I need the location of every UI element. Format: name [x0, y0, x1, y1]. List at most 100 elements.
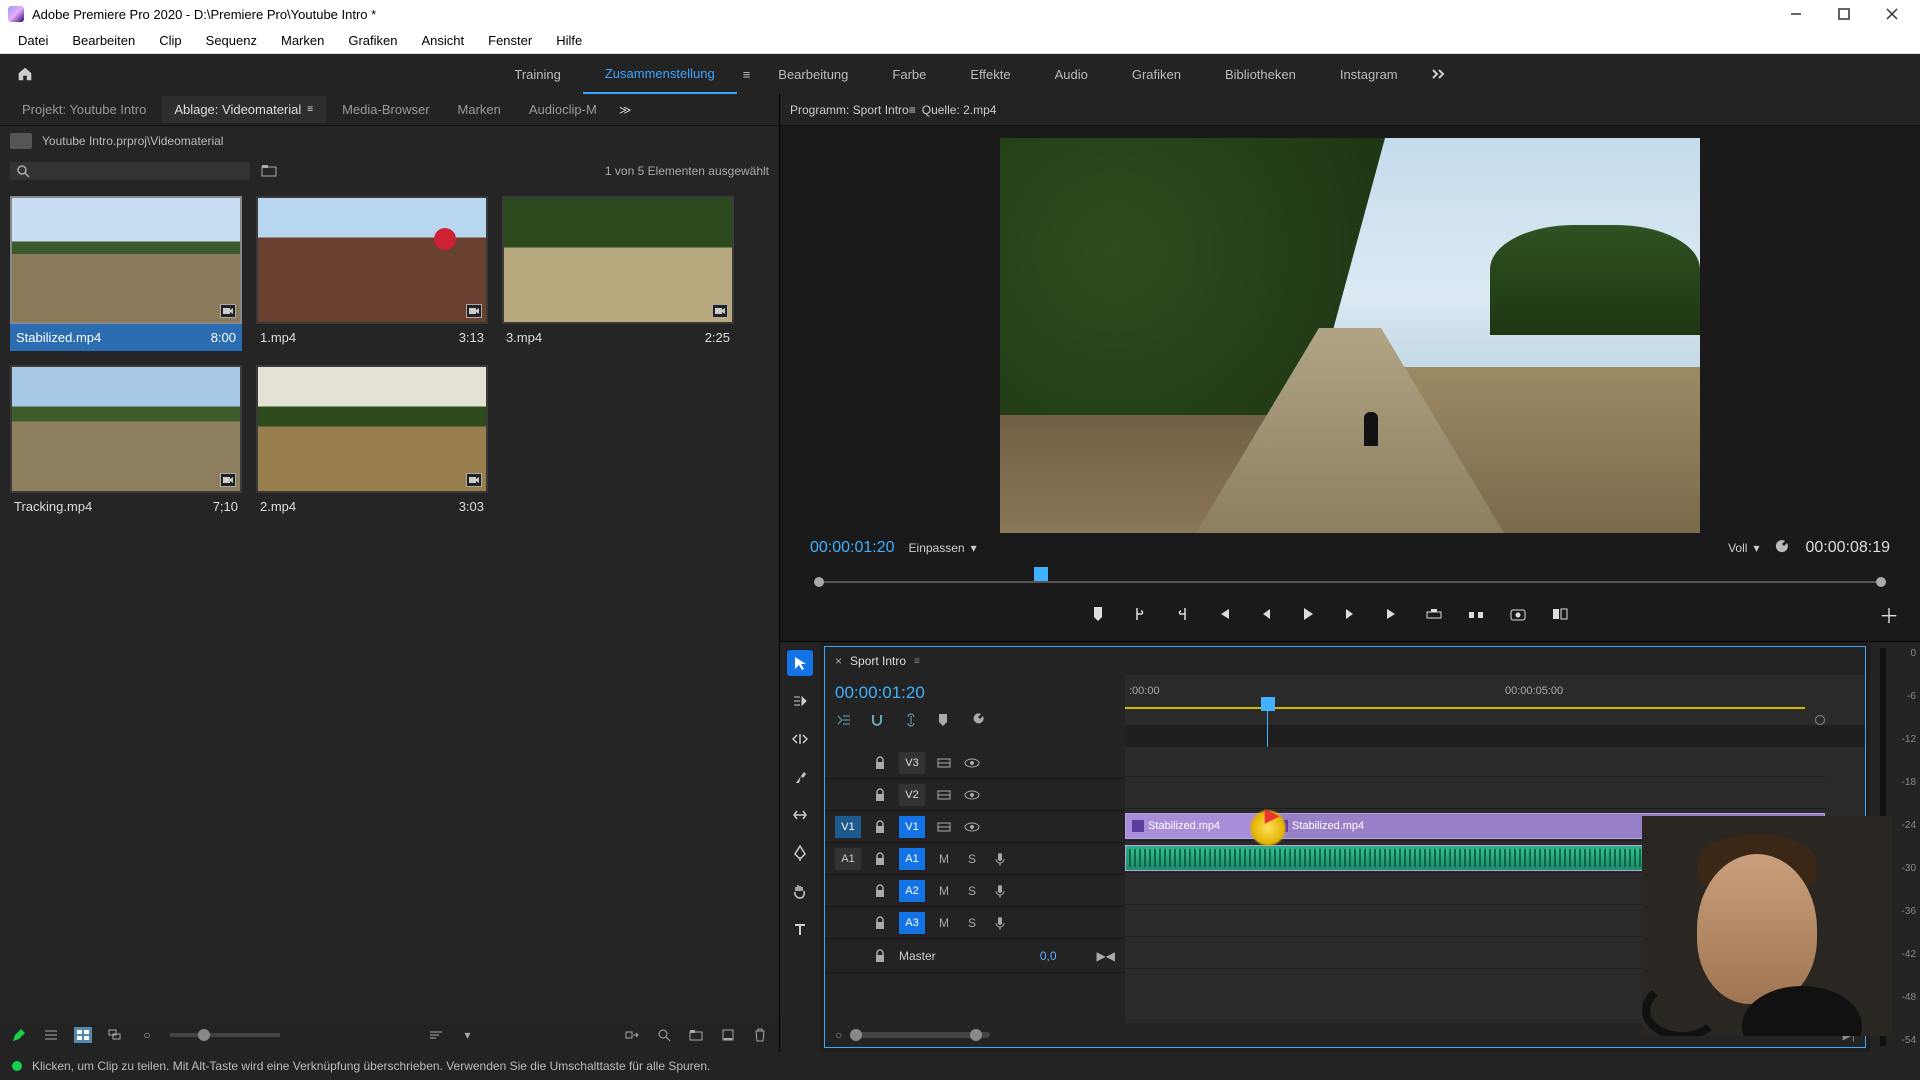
timeline-ruler[interactable]: :00:00 00:00:05:00 [1125, 675, 1865, 725]
automate-button[interactable] [623, 1027, 641, 1043]
workspace-tab-farbe[interactable]: Farbe [870, 54, 948, 94]
panel-tab[interactable]: Audioclip-M [517, 96, 609, 123]
thumbnail-zoom-slider[interactable] [170, 1033, 280, 1037]
button-editor-button[interactable]: ＋ [1878, 603, 1900, 625]
project-search-input[interactable] [30, 164, 244, 178]
solo-button[interactable]: S [963, 914, 981, 932]
extract-button[interactable] [1465, 603, 1487, 625]
solo-button[interactable]: S [963, 850, 981, 868]
menu-bearbeiten[interactable]: Bearbeiten [62, 30, 145, 51]
lock-icon[interactable] [871, 882, 889, 900]
linked-selection-toggle[interactable] [903, 713, 923, 731]
video-track-header[interactable]: V2 [825, 779, 1125, 811]
clip-item[interactable]: 2.mp43:03 [256, 365, 488, 520]
master-value[interactable]: 0,0 [1040, 949, 1057, 963]
program-timecode-left[interactable]: 00:00:01:20 [810, 539, 895, 557]
workspace-tab-menu-icon[interactable]: ≡ [737, 54, 757, 94]
icon-view-button[interactable] [74, 1027, 92, 1043]
clip-item[interactable]: Stabilized.mp48:00 [10, 196, 242, 351]
panel-overflow-button[interactable]: ≫ [613, 103, 638, 117]
menu-sequenz[interactable]: Sequenz [196, 30, 267, 51]
record-icon[interactable] [991, 850, 1009, 868]
mute-button[interactable]: M [935, 850, 953, 868]
go-to-in-button[interactable] [1213, 603, 1235, 625]
step-forward-button[interactable] [1339, 603, 1361, 625]
program-quality-select[interactable]: Voll▾ [1728, 541, 1759, 555]
pen-icon[interactable] [10, 1027, 28, 1043]
track-target[interactable]: V2 [899, 784, 925, 806]
lock-icon[interactable] [871, 850, 889, 868]
program-scrub[interactable] [806, 567, 1894, 589]
step-back-button[interactable] [1255, 603, 1277, 625]
source-patch[interactable]: V1 [835, 816, 861, 838]
selection-tool[interactable] [787, 650, 813, 676]
track-target[interactable]: A2 [899, 880, 925, 902]
sort-button[interactable] [427, 1027, 445, 1043]
play-button[interactable] [1297, 603, 1319, 625]
track-select-tool[interactable] [787, 688, 813, 714]
mute-button[interactable]: M [935, 882, 953, 900]
panel-tab[interactable]: Media-Browser [330, 96, 441, 123]
mark-out-button[interactable] [1171, 603, 1193, 625]
zoom-min-icon[interactable]: ○ [138, 1027, 156, 1043]
timeline-menu-icon[interactable]: ≡ [914, 656, 920, 667]
program-tab[interactable]: Programm: Sport Intro≡ [790, 103, 916, 117]
zoom-out-handle[interactable]: ○ [835, 1028, 842, 1042]
menu-hilfe[interactable]: Hilfe [546, 30, 592, 51]
workspace-tab-training[interactable]: Training [492, 54, 582, 94]
menu-grafiken[interactable]: Grafiken [338, 30, 407, 51]
export-frame-button[interactable] [1507, 603, 1529, 625]
list-view-button[interactable] [42, 1027, 60, 1043]
scrub-out-handle[interactable] [1876, 577, 1886, 587]
workspace-tab-bibliotheken[interactable]: Bibliotheken [1203, 54, 1318, 94]
program-tab[interactable]: Quelle: 2.mp4 [922, 103, 997, 117]
clip-item[interactable]: Tracking.mp47;10 [10, 365, 242, 520]
marker-toggle[interactable] [937, 713, 957, 731]
lock-icon[interactable] [871, 914, 889, 932]
workspace-tab-grafiken[interactable]: Grafiken [1110, 54, 1203, 94]
menu-datei[interactable]: Datei [8, 30, 58, 51]
minimize-button[interactable] [1776, 0, 1816, 28]
go-to-end-icon[interactable]: ▶◀ [1097, 949, 1115, 963]
timeline-name[interactable]: Sport Intro [850, 654, 906, 668]
nest-toggle[interactable] [835, 713, 855, 731]
eye-icon[interactable] [963, 786, 981, 804]
record-icon[interactable] [991, 882, 1009, 900]
lock-icon[interactable] [871, 818, 889, 836]
lock-icon[interactable] [871, 754, 889, 772]
audio-track-header[interactable]: A2MS [825, 875, 1125, 907]
clip-item[interactable]: 1.mp43:13 [256, 196, 488, 351]
video-track-header[interactable]: V1V1 [825, 811, 1125, 843]
audio-track-header[interactable]: A1A1MS [825, 843, 1125, 875]
program-video[interactable] [1000, 138, 1700, 533]
panel-tab[interactable]: Ablage: Videomaterial≡ [162, 96, 326, 123]
add-marker-button[interactable] [1087, 603, 1109, 625]
sort-menu-button[interactable]: ▾ [459, 1027, 477, 1043]
menu-ansicht[interactable]: Ansicht [411, 30, 474, 51]
sync-lock-icon[interactable] [935, 818, 953, 836]
settings-icon[interactable] [1773, 539, 1791, 557]
lift-button[interactable] [1423, 603, 1445, 625]
panel-tab[interactable]: Marken [446, 96, 513, 123]
new-bin-filter-icon[interactable] [260, 163, 280, 179]
go-to-out-button[interactable] [1381, 603, 1403, 625]
record-icon[interactable] [991, 914, 1009, 932]
sync-lock-icon[interactable] [935, 754, 953, 772]
master-track-header[interactable]: Master0,0▶◀ [825, 939, 1125, 973]
snap-toggle[interactable] [869, 713, 889, 731]
home-button[interactable] [14, 63, 36, 85]
timeline-playhead[interactable] [1261, 697, 1275, 711]
sync-lock-icon[interactable] [935, 786, 953, 804]
delete-button[interactable] [751, 1027, 769, 1043]
workspace-tab-audio[interactable]: Audio [1033, 54, 1110, 94]
video-clip-a[interactable]: Stabilized.mp4 [1125, 813, 1267, 839]
menu-fenster[interactable]: Fenster [478, 30, 542, 51]
maximize-button[interactable] [1824, 0, 1864, 28]
settings-toggle[interactable] [971, 713, 991, 731]
freeform-view-button[interactable] [106, 1027, 124, 1043]
slip-tool[interactable] [787, 802, 813, 828]
workspace-tab-instagram[interactable]: Instagram [1318, 54, 1420, 94]
close-button[interactable] [1872, 0, 1912, 28]
panel-menu-icon[interactable]: ≡ [909, 103, 916, 117]
workspace-tab-bearbeitung[interactable]: Bearbeitung [756, 54, 870, 94]
